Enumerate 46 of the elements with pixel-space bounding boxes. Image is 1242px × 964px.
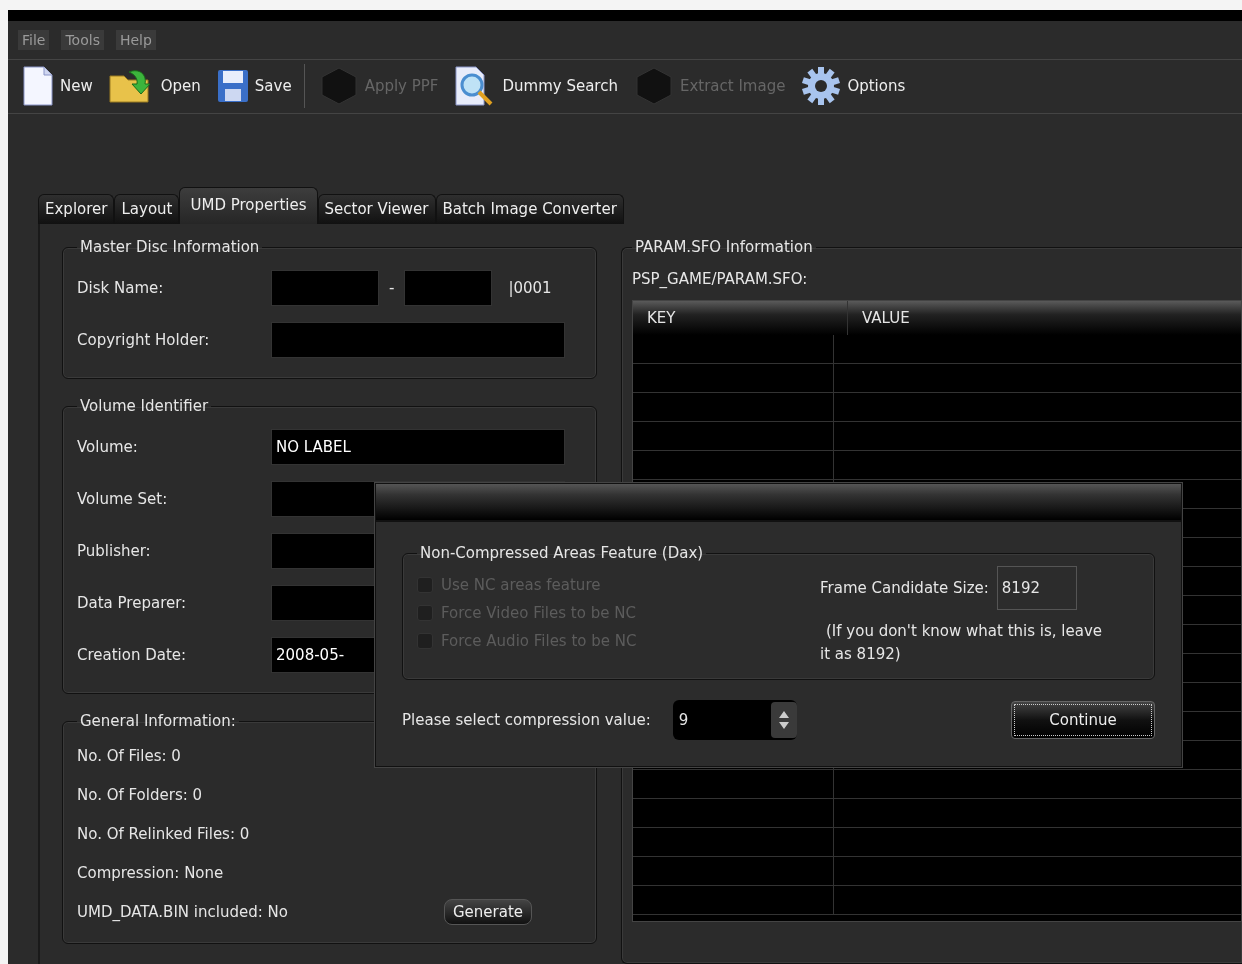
tab[interactable]: Batch Image Converter bbox=[435, 194, 624, 224]
group-title: Master Disc Information bbox=[79, 238, 261, 256]
toolbar-button[interactable]: Dummy Search bbox=[450, 64, 622, 109]
field-label: Volume: bbox=[77, 438, 139, 456]
suffix-text: |0001 bbox=[508, 279, 552, 297]
page-icon bbox=[22, 66, 54, 107]
field-label: Data Preparer: bbox=[77, 594, 188, 612]
column-header[interactable]: VALUE bbox=[848, 301, 1241, 335]
hint-text: (If you don't know what this is, leave it as 8192) bbox=[820, 621, 1103, 665]
field-label: Disk Name: bbox=[77, 279, 165, 297]
toolbar-button[interactable]: Options bbox=[797, 64, 910, 109]
file-path-label: PSP_GAME/PARAM.SFO: bbox=[632, 270, 809, 288]
tab[interactable]: UMD Properties bbox=[179, 187, 318, 224]
info-text: UMD_DATA.BIN included: No bbox=[77, 901, 288, 923]
toolbar-button[interactable]: New bbox=[18, 64, 97, 109]
info-text: No. Of Files: 0 bbox=[77, 745, 182, 767]
field-label: Frame Candidate Size: bbox=[820, 579, 989, 597]
dash-text: - bbox=[389, 279, 395, 297]
column-header[interactable]: KEY bbox=[633, 301, 848, 335]
input-field[interactable] bbox=[404, 270, 493, 306]
generate-button[interactable]: Generate bbox=[443, 898, 532, 925]
tab[interactable]: Explorer bbox=[38, 194, 115, 224]
group-title: Volume Identifier bbox=[79, 397, 210, 415]
input-field[interactable] bbox=[271, 322, 565, 358]
input-field[interactable]: 8192 bbox=[996, 566, 1077, 610]
gear-icon bbox=[801, 66, 842, 107]
spin-arrows-icon[interactable] bbox=[770, 702, 797, 738]
field-label: Please select compression value: bbox=[402, 711, 651, 729]
info-text: No. Of Relinked Files: 0 bbox=[77, 823, 251, 845]
input-field[interactable] bbox=[271, 270, 379, 306]
info-text: Compression: None bbox=[77, 862, 225, 884]
field-label: Creation Date: bbox=[77, 646, 188, 664]
field-label: Copyright Holder: bbox=[77, 331, 211, 349]
input-field[interactable]: NO LABEL bbox=[271, 429, 565, 465]
group-title: General Information: bbox=[79, 712, 237, 730]
toolbar-button[interactable]: Open bbox=[104, 66, 205, 107]
group-title: PARAM.SFO Information bbox=[634, 238, 814, 256]
group-title: Non-Compressed Areas Feature (Dax) bbox=[419, 544, 705, 562]
spin-box[interactable]: 9 bbox=[672, 700, 797, 740]
continue-button[interactable]: Continue bbox=[1011, 701, 1155, 739]
tab[interactable]: Layout bbox=[114, 194, 180, 224]
info-text: No. Of Folders: 0 bbox=[77, 784, 204, 806]
toolbar-button[interactable]: Save bbox=[212, 67, 296, 106]
field-label: Volume Set: bbox=[77, 490, 169, 508]
tab[interactable]: Sector Viewer bbox=[317, 194, 436, 224]
field-label: Publisher: bbox=[77, 542, 152, 560]
